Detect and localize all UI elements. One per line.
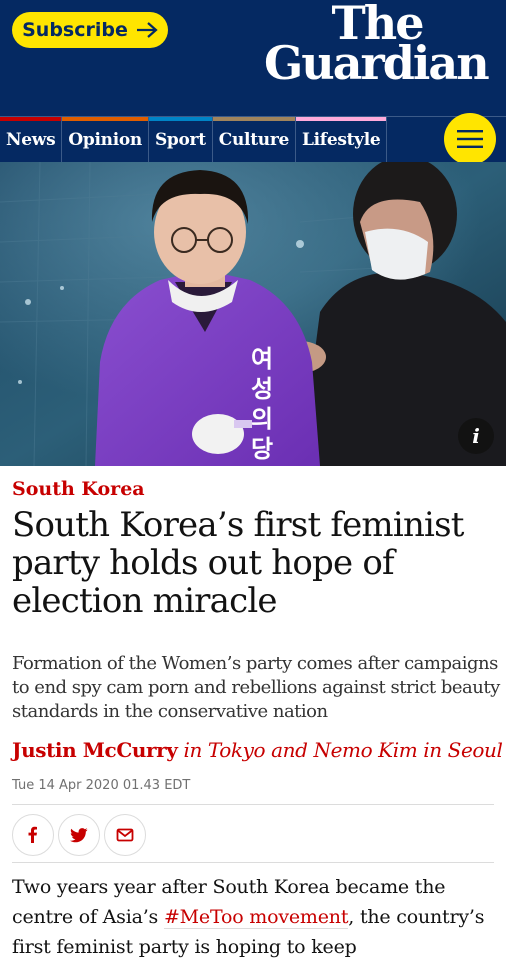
jacket-text: 당 bbox=[251, 435, 273, 463]
divider bbox=[12, 804, 494, 805]
hamburger-icon bbox=[457, 130, 483, 148]
share-facebook-button[interactable] bbox=[12, 814, 54, 856]
byline-location: in Tokyo and Nemo Kim in Seoul bbox=[177, 738, 503, 762]
nav-label: Lifestyle bbox=[302, 130, 381, 150]
nav-label: News bbox=[6, 130, 56, 150]
pillar-color-bar bbox=[0, 117, 62, 121]
nav-label: Sport bbox=[154, 130, 206, 150]
subscribe-label: Subscribe bbox=[22, 19, 128, 41]
hero-photo: 여 성 의 당 bbox=[0, 162, 506, 466]
pillar-color-bar bbox=[148, 117, 212, 121]
jacket-text: 여 bbox=[251, 345, 273, 373]
metoo-link[interactable]: #MeToo movement bbox=[163, 906, 348, 929]
logo-line2: Guardian bbox=[264, 35, 490, 90]
pillar-list: News Opinion Sport Culture Lifestyle bbox=[0, 117, 388, 163]
masthead: Subscribe The Guardian bbox=[0, 0, 506, 116]
nav-news[interactable]: News bbox=[0, 117, 63, 163]
nav-culture[interactable]: Culture bbox=[212, 117, 296, 163]
jacket-text: 성 bbox=[251, 375, 273, 403]
byline: Justin McCurry in Tokyo and Nemo Kim in … bbox=[12, 738, 503, 762]
nav-opinion[interactable]: Opinion bbox=[62, 117, 149, 163]
publish-date: Tue 14 Apr 2020 01.43 EDT bbox=[12, 778, 191, 793]
twitter-icon bbox=[70, 828, 88, 843]
article-body-paragraph: Two years year after South Korea became … bbox=[12, 872, 498, 962]
email-icon bbox=[116, 828, 134, 842]
nav-lifestyle[interactable]: Lifestyle bbox=[296, 117, 388, 163]
image-info-button[interactable]: i bbox=[458, 418, 494, 454]
nav-label: Culture bbox=[218, 130, 290, 150]
section-label[interactable]: South Korea bbox=[12, 478, 145, 500]
divider bbox=[12, 862, 494, 863]
nav-label: Opinion bbox=[68, 130, 142, 150]
facebook-icon bbox=[28, 826, 37, 843]
hero-image: 여 성 의 당 i bbox=[0, 162, 506, 466]
share-email-button[interactable] bbox=[104, 814, 146, 856]
standfirst: Formation of the Women’s party comes aft… bbox=[12, 653, 500, 722]
pillar-color-bar bbox=[296, 117, 387, 121]
subscribe-button[interactable]: Subscribe bbox=[12, 12, 168, 48]
nav-sport[interactable]: Sport bbox=[148, 117, 213, 163]
menu-button[interactable] bbox=[444, 113, 496, 165]
info-icon: i bbox=[472, 424, 480, 448]
share-buttons bbox=[12, 814, 146, 856]
headline: South Korea’s first feminist party holds… bbox=[12, 505, 464, 621]
arrow-right-icon bbox=[136, 22, 158, 38]
pillar-nav: News Opinion Sport Culture Lifestyle bbox=[0, 113, 506, 165]
guardian-logo[interactable]: The Guardian bbox=[264, 0, 490, 90]
author-link[interactable]: Justin McCurry bbox=[12, 738, 178, 762]
jacket-text: 의 bbox=[251, 405, 273, 433]
share-twitter-button[interactable] bbox=[58, 814, 100, 856]
pillar-color-bar bbox=[62, 117, 148, 121]
pillar-color-bar bbox=[212, 117, 295, 121]
